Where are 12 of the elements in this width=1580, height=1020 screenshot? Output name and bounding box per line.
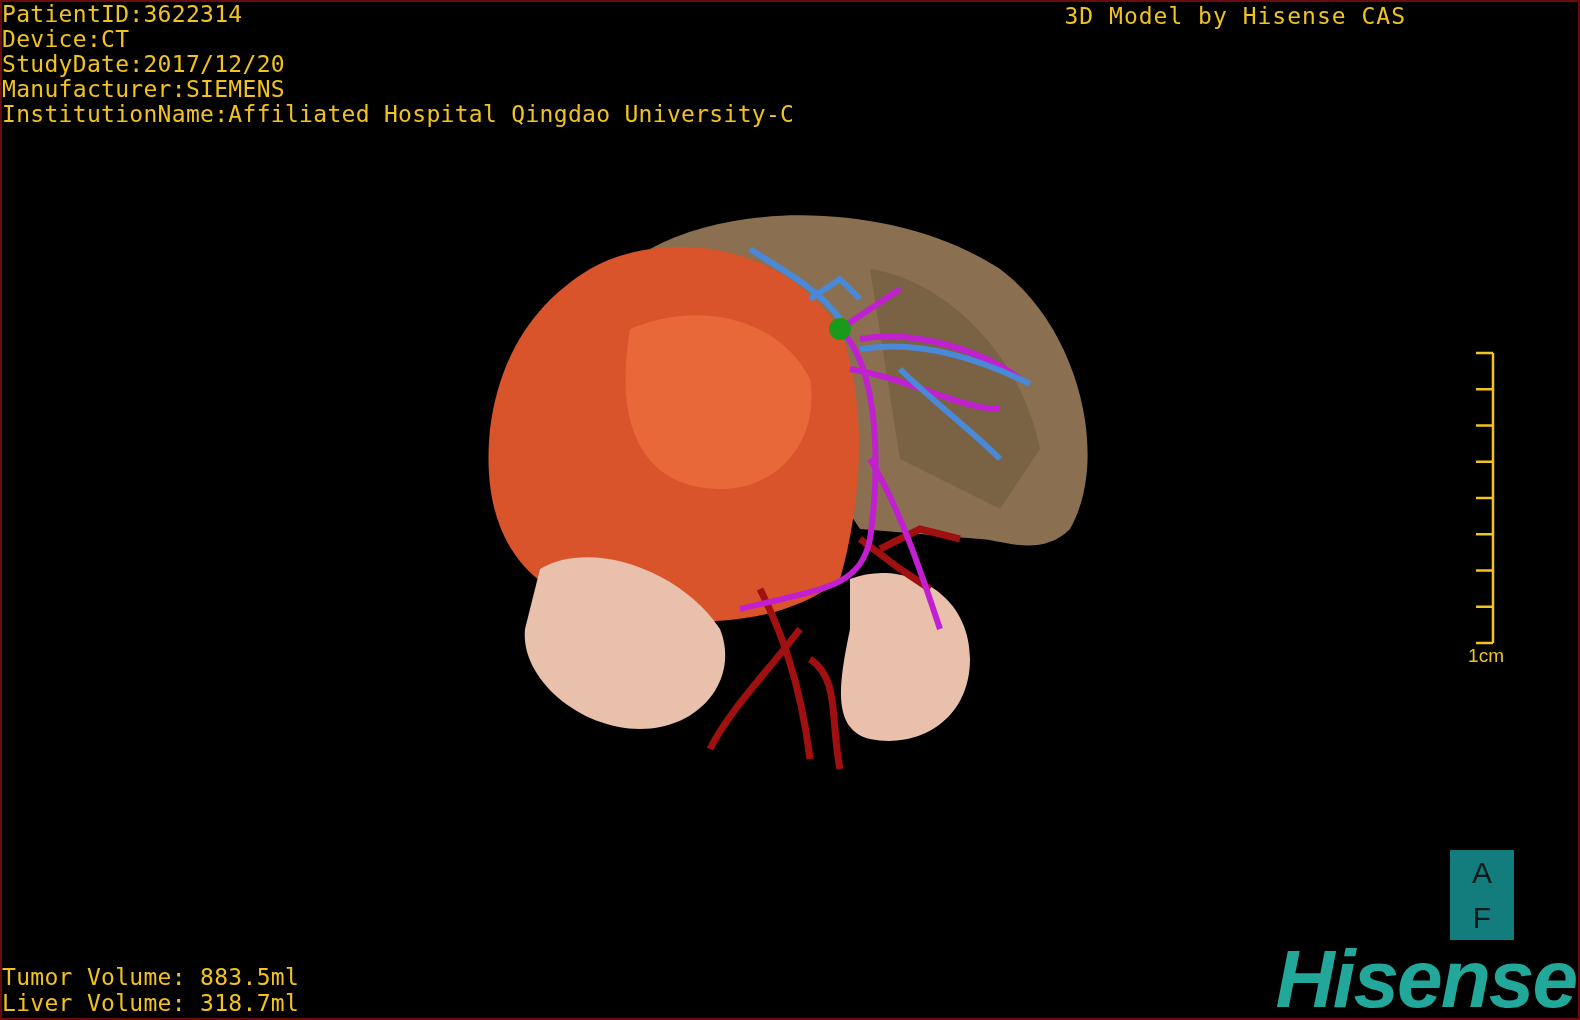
volume-text: Tumor Volume: 883.5ml [2,964,300,990]
scale-bar-icon [1474,350,1496,645]
scale-label: 1cm [1468,644,1504,667]
volume-text: Liver Volume: 318.7ml [2,990,300,1016]
orientation-marker: A F [1450,850,1514,940]
study-info-text: InstitutionName:Affiliated Hospital Qingdao University-C [2,102,795,127]
study-info-text: StudyDate:2017/12/20 [2,52,286,77]
study-info-text: PatientID:3622314 [2,2,244,27]
viewer-title: 3D Model by Hisense CAS [1064,2,1406,30]
study-info-text: Device:CT [2,27,131,52]
brand-logo: Hisense [1275,940,1576,1018]
study-info-text: Manufacturer:SIEMENS [2,77,286,102]
